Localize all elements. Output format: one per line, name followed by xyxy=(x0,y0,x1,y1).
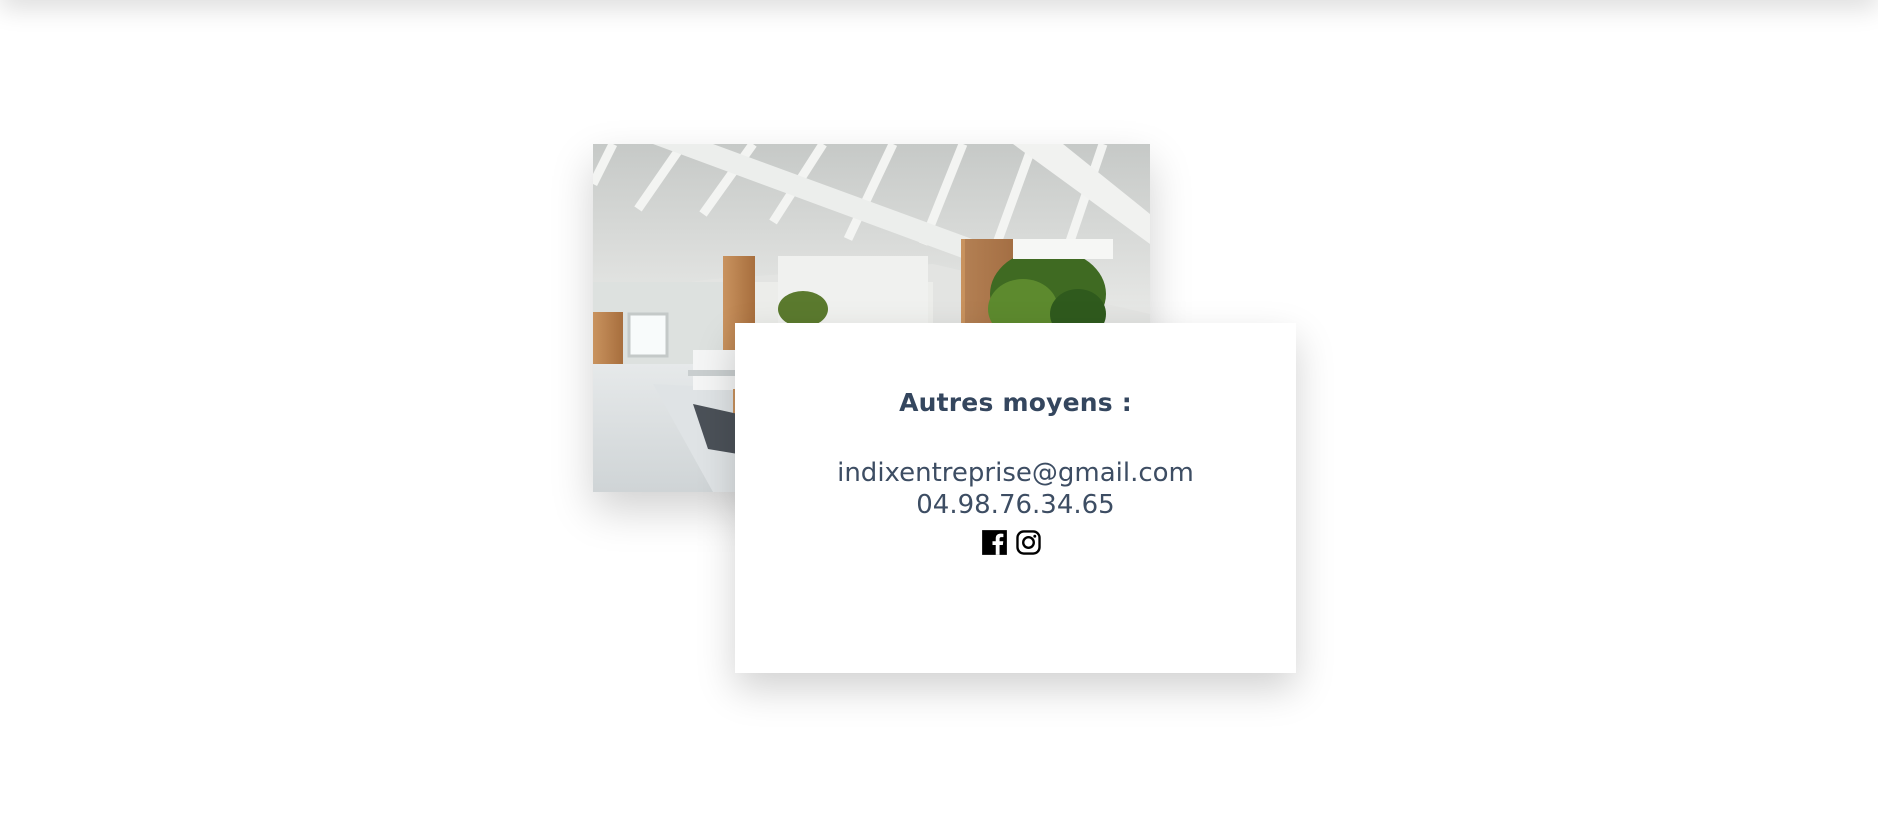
contact-phone[interactable]: 04.98.76.34.65 xyxy=(735,490,1296,520)
contact-section: Autres moyens : indixentreprise@gmail.co… xyxy=(0,0,1878,821)
instagram-icon[interactable] xyxy=(1015,529,1042,556)
contact-heading: Autres moyens : xyxy=(899,388,1132,417)
social-links xyxy=(981,529,1041,557)
contact-card: Autres moyens : indixentreprise@gmail.co… xyxy=(735,323,1296,673)
facebook-icon[interactable] xyxy=(981,529,1008,556)
contact-email[interactable]: indixentreprise@gmail.com xyxy=(735,458,1296,488)
